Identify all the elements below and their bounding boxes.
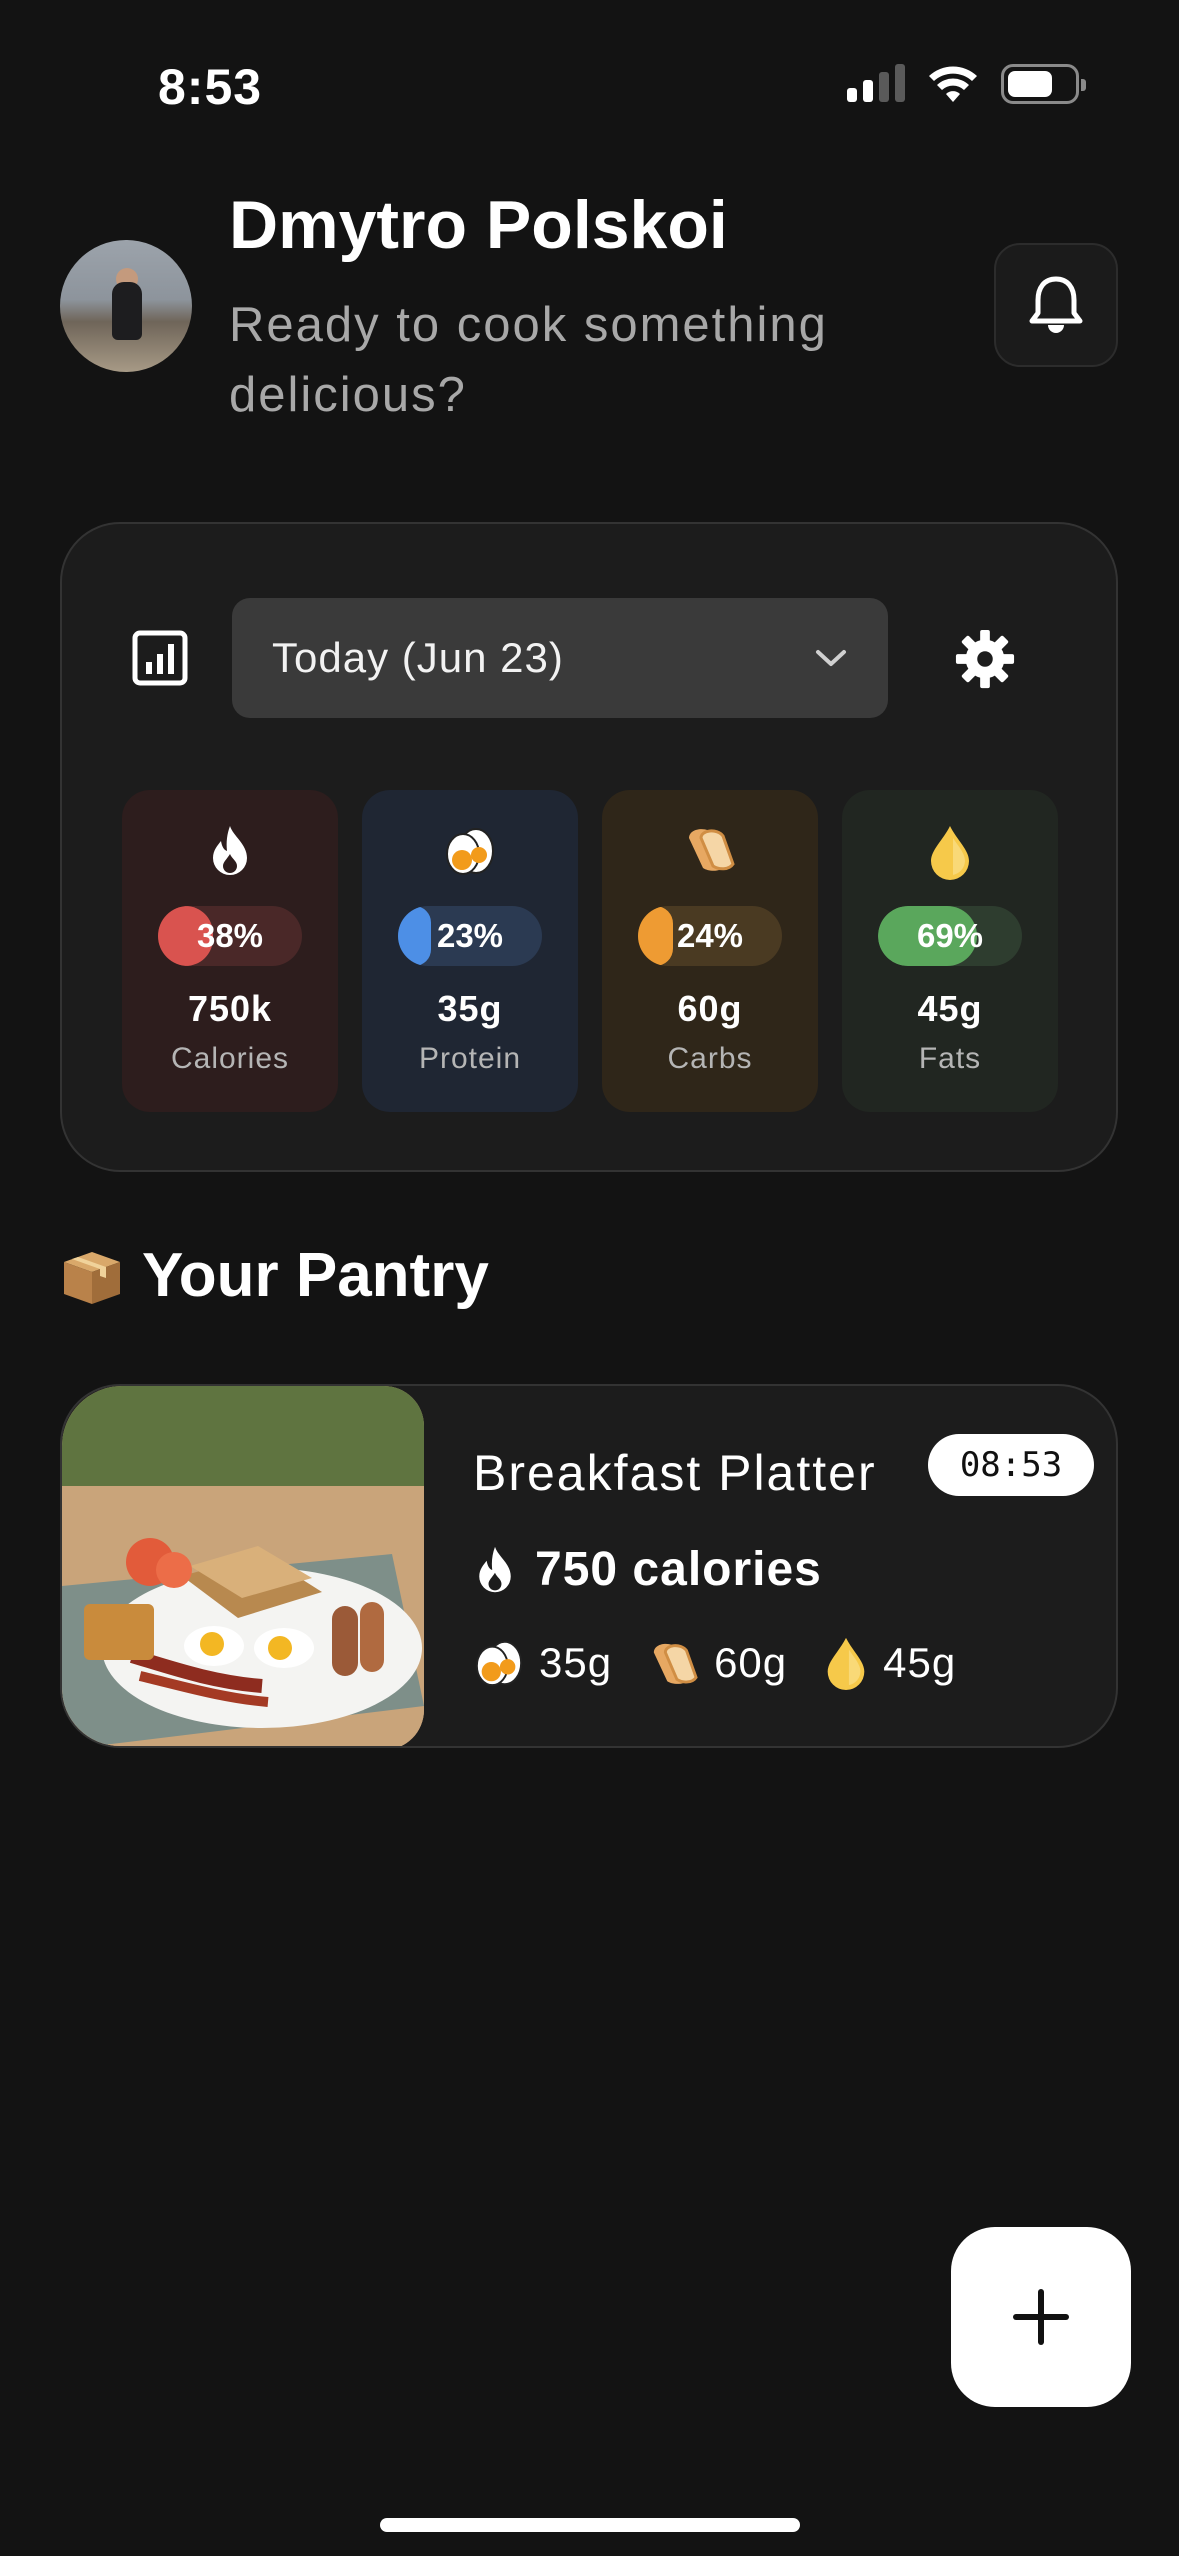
- notifications-button[interactable]: [994, 243, 1118, 367]
- egg-icon: [446, 828, 494, 875]
- status-time: 8:53: [158, 59, 263, 115]
- battery-icon: [1001, 64, 1086, 104]
- chart-icon[interactable]: [132, 630, 188, 686]
- macro-protein[interactable]: 23% 35g Protein: [362, 790, 578, 1112]
- date-dropdown[interactable]: Today (Jun 23): [232, 598, 888, 718]
- fats-progress: 69%: [878, 906, 1022, 966]
- meal-macros: 35g 60g 45g: [473, 1636, 956, 1690]
- plus-icon: [1013, 2289, 1069, 2345]
- meal-name: Breakfast Platter: [473, 1445, 877, 1501]
- carbs-label: Carbs: [667, 1042, 753, 1075]
- wifi-icon: [929, 66, 977, 102]
- fats-label: Fats: [918, 1042, 982, 1075]
- carbs-amount: 60g: [677, 988, 743, 1029]
- macro-carbs[interactable]: 24% 60g Carbs: [602, 790, 818, 1112]
- fire-icon: [479, 1546, 511, 1592]
- oil-drop-icon: [827, 1637, 865, 1690]
- meal-carbs-value: 60g: [714, 1639, 788, 1686]
- meal-fats-value: 45g: [883, 1639, 957, 1686]
- meal-protein: 35g: [473, 1637, 612, 1689]
- bell-icon: [1029, 276, 1083, 333]
- calories-label: Calories: [170, 1042, 290, 1075]
- macro-fats[interactable]: 69% 45g Fats: [842, 790, 1058, 1112]
- meal-carbs: 60g: [648, 1639, 787, 1687]
- status-icons: [847, 64, 1086, 104]
- calories-amount: 750k: [187, 988, 273, 1029]
- pantry-heading: Your Pantry: [60, 1240, 489, 1311]
- macro-calories[interactable]: 38% 750k Calories: [122, 790, 338, 1112]
- fats-amount: 45g: [917, 988, 983, 1029]
- add-meal-button[interactable]: [951, 2227, 1131, 2407]
- meal-protein-value: 35g: [539, 1639, 613, 1686]
- home-screen: 8:53 Dmytro Polskoi Ready to cook someth…: [0, 0, 1179, 2556]
- avatar[interactable]: [60, 240, 192, 372]
- user-name: Dmytro Polskoi: [229, 187, 728, 263]
- calories-progress: 38%: [158, 906, 302, 966]
- pantry-title: Your Pantry: [142, 1241, 489, 1310]
- carbs-progress: 24%: [638, 906, 782, 966]
- bread-icon: [689, 829, 735, 871]
- meal-photo: [62, 1386, 424, 1746]
- greeting-subtitle: Ready to cook something delicious?: [229, 298, 828, 422]
- package-icon: [64, 1251, 120, 1304]
- chevron-down-icon: [816, 650, 846, 666]
- protein-progress: 23%: [398, 906, 542, 966]
- fire-icon: [213, 826, 247, 875]
- protein-amount: 35g: [437, 988, 503, 1029]
- home-indicator[interactable]: [380, 2518, 800, 2532]
- fats-percent: 69%: [916, 917, 984, 954]
- calories-percent: 38%: [196, 917, 264, 954]
- egg-icon: [475, 1640, 523, 1687]
- meal-card[interactable]: Breakfast Platter 08:53 750 calories 35g: [60, 1384, 1118, 1748]
- meal-calories: 750 calories: [473, 1542, 822, 1597]
- meal-time-badge: 08:53: [928, 1434, 1094, 1496]
- meal-fats: 45g: [823, 1636, 956, 1690]
- carbs-percent: 24%: [676, 917, 744, 954]
- protein-percent: 23%: [436, 917, 504, 954]
- meal-calories-text: 750 calories: [535, 1543, 822, 1596]
- macro-row: 38% 750k Calories 23% 35g Protein 24% 60…: [122, 790, 1058, 1112]
- bread-icon: [653, 1643, 698, 1684]
- signal-icon: [847, 64, 905, 102]
- oil-drop-icon: [931, 826, 969, 880]
- nutrition-summary-card: Today (Jun 23) 38% 750k Calories 23% 35g…: [60, 522, 1118, 1172]
- protein-label: Protein: [418, 1042, 522, 1075]
- gear-icon[interactable]: [954, 628, 1016, 690]
- date-dropdown-label: Today (Jun 23): [272, 634, 564, 681]
